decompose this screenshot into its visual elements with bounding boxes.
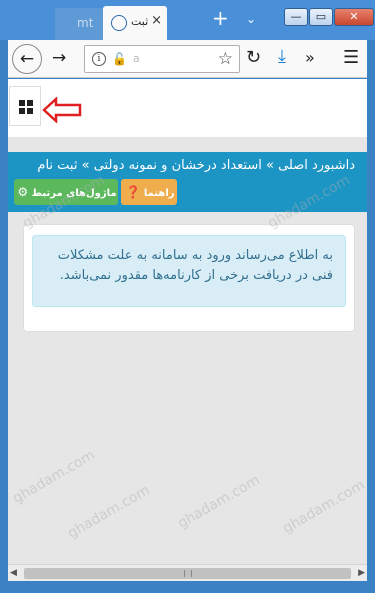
tab-inactive[interactable]: ‹ mt <box>55 8 121 40</box>
grid-square <box>19 108 25 114</box>
annotation-arrow-icon <box>42 97 82 123</box>
back-icon: ← <box>19 49 35 69</box>
back-button[interactable]: ← <box>12 44 42 74</box>
star-icon[interactable]: ☆ <box>218 49 233 69</box>
breadcrumb: داشبورد اصلی » استعداد درخشان و نمونه دو… <box>37 158 355 173</box>
question-circle-icon: ❓ <box>125 185 141 199</box>
new-tab-button[interactable]: + <box>212 8 229 28</box>
grid-square <box>27 108 33 114</box>
tab-close-icon[interactable]: × <box>151 13 162 28</box>
watermark: ghadam.com <box>175 472 263 532</box>
title-bar: ‹ mt ثبت × + ⌄ — ▭ ✕ <box>0 0 375 40</box>
maximize-button[interactable]: ▭ <box>309 8 333 26</box>
reload-button[interactable]: ↻ <box>246 47 261 68</box>
minimize-button[interactable]: — <box>284 8 308 26</box>
tab-active[interactable]: ثبت × <box>103 6 167 40</box>
close-window-button[interactable]: ✕ <box>334 8 374 26</box>
overflow-icon[interactable]: » <box>305 48 315 67</box>
navigation-bar: ← → i 🔓 a ☆ ↻ ⤓ » ☰ <box>8 40 367 78</box>
url-bar[interactable]: i 🔓 a ☆ <box>84 45 240 73</box>
info-alert: به اطلاع می‌رساند ورود به سامانه به علت … <box>32 235 346 307</box>
scrollbar-thumb[interactable] <box>24 568 351 579</box>
url-text[interactable]: a <box>133 52 140 65</box>
download-icon[interactable]: ⤓ <box>278 46 286 67</box>
grid-square <box>27 100 33 106</box>
scroll-left-icon[interactable]: ◀ <box>10 568 17 578</box>
page-viewport: داشبورد اصلی » استعداد درخشان و نمونه دو… <box>8 79 367 564</box>
favicon-icon <box>111 15 127 31</box>
insecure-lock-icon[interactable]: 🔓 <box>112 52 127 66</box>
forward-button[interactable]: → <box>52 48 66 68</box>
menu-icon[interactable]: ☰ <box>343 47 359 68</box>
grid-square <box>19 100 25 106</box>
horizontal-scrollbar[interactable]: ◀ ▶ <box>8 564 367 581</box>
watermark: ghadam.com <box>10 447 98 507</box>
watermark: ghadam.com <box>280 477 367 537</box>
content-card: به اطلاع می‌رساند ورود به سامانه به علت … <box>23 224 355 332</box>
scroll-right-icon[interactable]: ▶ <box>358 568 365 578</box>
tab-active-label: ثبت <box>131 15 149 28</box>
watermark: ghadam.com <box>65 482 153 542</box>
browser-window: ‹ mt ثبت × + ⌄ — ▭ ✕ ← → i 🔓 a ☆ ↻ ⤓ » ☰ <box>0 0 375 593</box>
scrollbar-grip <box>184 570 192 577</box>
window-bottom-frame <box>0 581 375 593</box>
page-top-bar <box>8 79 367 137</box>
tab-inactive-label: mt <box>77 16 94 30</box>
grid-menu-button[interactable] <box>9 86 41 126</box>
tab-list-chevron-icon[interactable]: ⌄ <box>246 12 256 26</box>
help-button[interactable]: ❓ راهنما <box>121 179 177 205</box>
gears-icon: ⚙ <box>17 185 29 199</box>
info-icon[interactable]: i <box>92 52 106 66</box>
help-button-label: راهنما <box>143 188 175 199</box>
